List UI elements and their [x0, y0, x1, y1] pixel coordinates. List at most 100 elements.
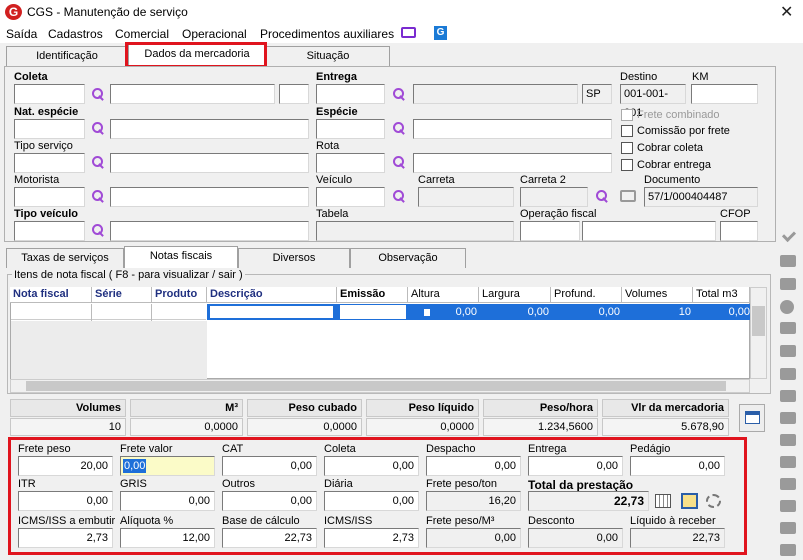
- nat-especie-search-icon[interactable]: [91, 121, 105, 135]
- tipo-veiculo-search-icon[interactable]: [91, 223, 105, 237]
- col-emissao[interactable]: Emissão: [337, 287, 408, 303]
- col-serie[interactable]: Série: [92, 287, 152, 303]
- tipo-servico-name-input[interactable]: [110, 153, 309, 173]
- especie-code-input[interactable]: [316, 119, 385, 139]
- operacao-fiscal-name-input[interactable]: [582, 221, 716, 241]
- nat-especie-label: Nat. espécie: [14, 106, 79, 118]
- tab-identificacao[interactable]: Identificação: [6, 46, 128, 66]
- especie-name-input[interactable]: [413, 119, 612, 139]
- km-label: KM: [692, 71, 709, 83]
- comissao-checkbox[interactable]: [621, 125, 633, 137]
- cobrar-entrega-checkbox[interactable]: [621, 159, 633, 171]
- motorista-code-input[interactable]: [14, 187, 85, 207]
- rota-search-icon[interactable]: [392, 155, 406, 169]
- cert-icon[interactable]: [780, 278, 796, 290]
- veiculo-input[interactable]: [316, 187, 385, 207]
- close-icon[interactable]: ✕: [780, 2, 793, 22]
- calendar-icon: [745, 411, 760, 424]
- veiculo-search-icon[interactable]: [392, 189, 406, 203]
- tabela-field: [316, 221, 514, 241]
- coleta-code-input[interactable]: [14, 84, 85, 104]
- descricao-cell-editor[interactable]: [209, 305, 334, 319]
- tab-notas-fiscais[interactable]: Notas fiscais: [124, 246, 238, 268]
- copy-icon[interactable]: [780, 345, 796, 357]
- tipo-veiculo-label: Tipo veículo: [14, 208, 78, 220]
- cfop-label: CFOP: [720, 208, 751, 220]
- g-app-icon[interactable]: G: [434, 26, 447, 40]
- col-descricao[interactable]: Descrição: [207, 287, 337, 303]
- col-nota-fiscal[interactable]: Nota fiscal: [10, 287, 92, 303]
- tipo-servico-code-input[interactable]: [14, 153, 85, 173]
- cfop-input[interactable]: [720, 221, 758, 241]
- tag-icon[interactable]: [780, 478, 796, 490]
- cobrar-coleta-checkbox[interactable]: [621, 142, 633, 154]
- exit-icon[interactable]: [780, 544, 796, 556]
- col-altura[interactable]: Altura: [408, 287, 479, 303]
- menu-comercial[interactable]: Comercial: [115, 27, 169, 41]
- tab-situacao[interactable]: Situação: [266, 46, 390, 66]
- operacao-fiscal-code-input[interactable]: [520, 221, 580, 241]
- tab-observacao[interactable]: Observação: [350, 248, 466, 268]
- calendar-button[interactable]: [739, 404, 765, 432]
- sum-m3-label: M³: [130, 399, 243, 417]
- carreta2-field: [520, 187, 588, 207]
- frete-combinado-checkbox[interactable]: [621, 109, 633, 121]
- especie-search-icon[interactable]: [392, 121, 406, 135]
- sum-peso-liquido-label: Peso líquido: [366, 399, 479, 417]
- document-icon[interactable]: [780, 368, 796, 380]
- coleta-search-icon[interactable]: [91, 87, 105, 101]
- window-title: CGS - Manutenção de serviço: [27, 5, 188, 19]
- comissao-label: Comissão por frete: [637, 125, 730, 137]
- col-volumes[interactable]: Volumes: [622, 287, 693, 303]
- eraser-icon[interactable]: [780, 322, 796, 334]
- coleta-name-input[interactable]: [110, 84, 275, 104]
- file-icon[interactable]: [780, 500, 796, 512]
- table-row-fixed[interactable]: [11, 304, 206, 320]
- col-largura[interactable]: Largura: [479, 287, 551, 303]
- tipo-servico-search-icon[interactable]: [91, 155, 105, 169]
- col-produto[interactable]: Produto: [152, 287, 207, 303]
- menu-procedimentos[interactable]: Procedimentos auxiliares: [260, 27, 394, 41]
- nat-especie-code-input[interactable]: [14, 119, 85, 139]
- motorista-search-icon[interactable]: [91, 189, 105, 203]
- truck-icon[interactable]: [620, 190, 636, 202]
- entrega-name-input[interactable]: [413, 84, 578, 104]
- motorista-name-input[interactable]: [110, 187, 309, 207]
- entrega-code-input[interactable]: [316, 84, 385, 104]
- horizontal-scroll-thumb[interactable]: [26, 381, 726, 391]
- emissao-cell[interactable]: [340, 305, 406, 319]
- print-icon[interactable]: [780, 456, 796, 468]
- record-icon[interactable]: [780, 300, 794, 314]
- rota-code-input[interactable]: [316, 153, 385, 173]
- veiculo-label: Veículo: [316, 174, 353, 186]
- truck-side-icon[interactable]: [780, 390, 796, 402]
- menu-saida[interactable]: Saída: [6, 27, 37, 41]
- menu-operacional[interactable]: Operacional: [182, 27, 247, 41]
- entrega-search-icon[interactable]: [392, 87, 406, 101]
- monitor-icon[interactable]: [401, 27, 416, 38]
- menu-cadastros[interactable]: Cadastros: [48, 27, 103, 41]
- col-total-m3[interactable]: Total m3: [693, 287, 750, 303]
- carreta2-search-icon[interactable]: [595, 189, 609, 203]
- coleta-label: Coleta: [14, 71, 48, 83]
- edit-icon[interactable]: [780, 255, 796, 267]
- nat-especie-name-input[interactable]: [110, 119, 309, 139]
- refresh-icon[interactable]: [780, 434, 796, 446]
- carreta-field: [418, 187, 514, 207]
- tipo-veiculo-name-input[interactable]: [110, 221, 309, 241]
- entrega-uf-field: SP: [582, 84, 612, 104]
- highlight-dados-tab: [125, 42, 267, 68]
- destino-field: 001-001-001: [620, 84, 686, 119]
- tipo-veiculo-code-input[interactable]: [14, 221, 85, 241]
- col-profund[interactable]: Profund.: [551, 287, 622, 303]
- profund-cell: 0,00: [598, 306, 620, 318]
- tab-diversos[interactable]: Diversos: [238, 248, 350, 268]
- coleta-uf-input[interactable]: [279, 84, 309, 104]
- search-side-icon[interactable]: [780, 522, 796, 534]
- km-input[interactable]: [691, 84, 758, 104]
- sum-peso-cubado-value: 0,0000: [247, 418, 362, 436]
- tab-taxas-servicos[interactable]: Taxas de serviços: [6, 248, 124, 268]
- rota-name-input[interactable]: [413, 153, 612, 173]
- vertical-scroll-thumb[interactable]: [752, 306, 765, 336]
- move-icon[interactable]: [780, 412, 796, 424]
